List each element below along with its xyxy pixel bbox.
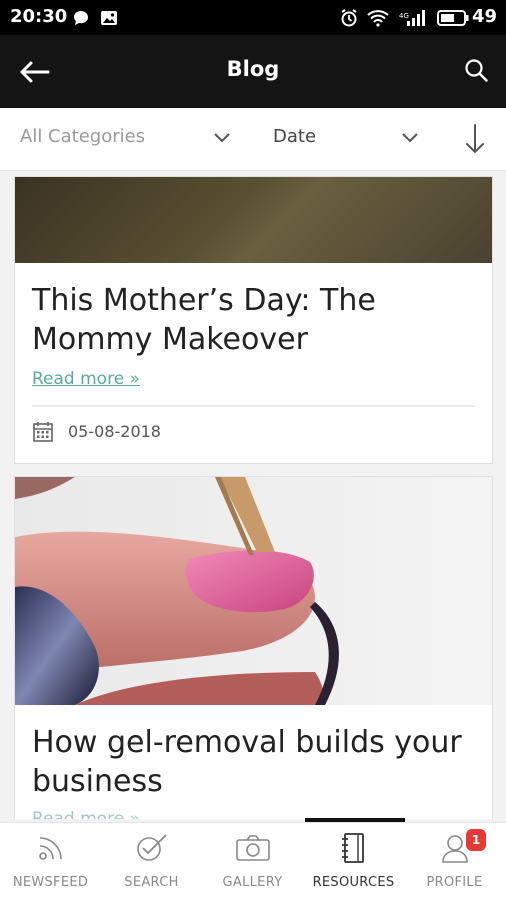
sort-direction-arrow-icon[interactable] [464,123,486,155]
svg-text:4G: 4G [399,12,409,20]
blog-post-card[interactable]: This Mother’s Day: The Mommy Makeover Re… [14,176,493,464]
battery-icon [436,0,470,35]
status-bar: 20:30 4G 49 [0,0,506,35]
nav-item-search[interactable]: SEARCH [101,823,202,901]
user-icon [404,831,505,865]
category-dropdown[interactable]: All Categories [20,126,145,147]
camera-icon [202,831,303,865]
rss-icon [0,831,101,865]
notebook-icon [303,831,404,865]
app-header: Blog [0,35,506,108]
sort-field-dropdown[interactable]: Date [273,126,316,147]
search-icon[interactable] [464,57,490,85]
nav-item-newsfeed[interactable]: NEWSFEED [0,823,101,901]
chat-notification-icon [70,0,92,35]
wifi-icon [366,0,390,35]
read-more-link[interactable]: Read more » [32,369,140,389]
gallery-notification-icon [98,0,120,35]
blog-post-list: This Mother’s Day: The Mommy Makeover Re… [0,171,506,819]
filter-bar: All Categories Date [0,108,506,171]
page-title: Blog [226,57,280,81]
post-title: This Mother’s Day: The Mommy Makeover [32,283,376,357]
nav-label: GALLERY [222,875,283,890]
read-more-link[interactable]: Read more » [32,809,140,819]
nav-item-resources[interactable]: RESOURCES [303,823,404,901]
post-image [15,177,492,263]
chevron-down-icon[interactable] [212,130,232,146]
status-time: 20:30 [10,6,68,27]
battery-level: 49 [471,6,497,27]
nav-label: SEARCH [124,875,179,890]
signal-icon: 4G [398,0,428,35]
calendar-icon [32,421,54,443]
nav-label: RESOURCES [312,875,395,890]
checkmark-search-icon [101,831,202,865]
nav-label: PROFILE [426,875,483,890]
post-image [15,477,492,705]
nav-item-gallery[interactable]: GALLERY [202,823,303,901]
chevron-down-icon[interactable] [400,130,420,146]
post-title: How gel-removal builds your business [32,725,462,799]
divider [32,405,475,407]
blog-post-card[interactable]: How gel-removal builds your business Rea… [14,476,493,819]
alarm-icon [338,0,360,35]
notification-badge: 1 [466,829,486,851]
bottom-nav: NEWSFEED SEARCH GALLERY RESOURCES 1 PROF… [0,822,506,901]
nav-item-profile[interactable]: 1 PROFILE [404,823,505,901]
nav-label: NEWSFEED [12,875,89,890]
post-date: 05-08-2018 [68,422,161,441]
